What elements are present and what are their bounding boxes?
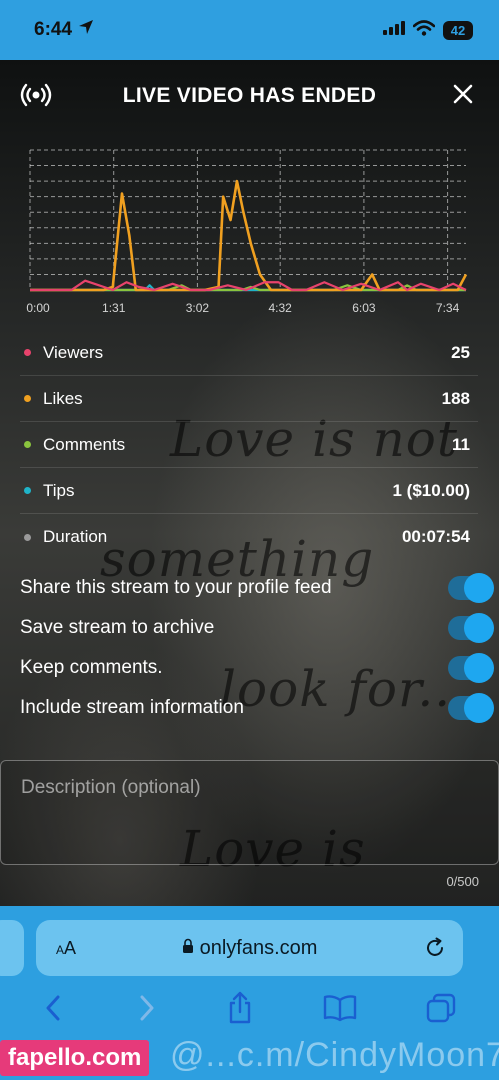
- watermark: @...c.m/CindyMoon7 fapello.com: [0, 1036, 499, 1080]
- stat-label: Comments: [43, 434, 126, 454]
- header: LIVE VIDEO HAS ENDED: [0, 72, 499, 120]
- forward-icon[interactable]: [134, 993, 158, 1023]
- stat-row-duration: Duration 00:07:54: [20, 514, 478, 560]
- legend-dot: [24, 349, 31, 356]
- stat-value: 25: [451, 342, 470, 362]
- x-tick-label: 1:31: [102, 301, 126, 315]
- character-counter: 0/500: [446, 874, 479, 889]
- url-text: onlyfans.com: [199, 936, 318, 959]
- toggle-label: Include stream information: [20, 697, 244, 718]
- activity-chart: 0:00 1:31 3:02 4:32 6:03 7:34: [26, 149, 468, 315]
- watermark-site: fapello.com: [0, 1040, 150, 1076]
- x-tick-label: 4:32: [269, 301, 293, 315]
- url-display[interactable]: onlyfans.com: [182, 936, 318, 960]
- stat-value: 1 ($10.00): [392, 480, 471, 500]
- stat-row-tips: Tips 1 ($10.00): [20, 468, 478, 514]
- legend-dot: [24, 487, 31, 494]
- stat-label: Duration: [43, 527, 108, 546]
- legend-dot: [24, 395, 31, 402]
- stat-value: 00:07:54: [401, 527, 470, 546]
- stats-list: Viewers 25 Likes 188 Comments 11 Tips 1 ($10.00…: [20, 330, 478, 560]
- x-tick-label: 3:02: [186, 301, 210, 315]
- stat-value: 11: [452, 434, 470, 454]
- toggle-knob: [464, 573, 494, 603]
- series-line-likes: [30, 179, 468, 292]
- browser-nav-toolbar: [0, 986, 499, 1030]
- stat-label: Likes: [43, 388, 83, 408]
- toggle-row: Share this stream to your profile feed: [20, 568, 494, 608]
- toggle-label: Share this stream to your profile feed: [20, 577, 332, 598]
- toggle-switch[interactable]: [448, 693, 494, 723]
- toggle-switch[interactable]: [448, 573, 494, 603]
- toggle-row: Keep comments.: [20, 648, 494, 688]
- back-icon[interactable]: [42, 993, 66, 1023]
- status-bar: 6:44 42: [0, 0, 499, 60]
- stat-label-group: Tips: [20, 481, 75, 501]
- location-arrow-icon: [78, 19, 94, 41]
- x-tick-label: 6:03: [352, 301, 376, 315]
- toggle-switch[interactable]: [448, 653, 494, 683]
- legend-dot: [24, 441, 31, 448]
- close-icon[interactable]: [449, 80, 477, 113]
- share-icon[interactable]: [226, 991, 254, 1025]
- tabs-icon[interactable]: [425, 992, 457, 1024]
- reload-icon[interactable]: [423, 936, 447, 965]
- bookmarks-icon[interactable]: [323, 994, 357, 1022]
- battery-indicator: 42: [443, 20, 473, 40]
- stat-label-group: Comments: [20, 435, 125, 455]
- toggle-row: Save stream to archive: [20, 608, 494, 648]
- toggle-label: Keep comments.: [20, 657, 163, 678]
- toggle-row: Include stream information: [20, 688, 494, 728]
- wifi-icon: [412, 19, 436, 41]
- stat-label-group: Viewers: [20, 343, 103, 363]
- description-field[interactable]: Description (optional): [0, 760, 499, 865]
- stat-row-likes: Likes 188: [20, 376, 478, 422]
- settings-toggles: Share this stream to your profile feed Sa…: [20, 568, 494, 728]
- toggle-label: Save stream to archive: [20, 617, 215, 638]
- stat-label: Tips: [43, 480, 75, 500]
- toggle-knob: [464, 613, 494, 643]
- stat-label-group: Likes: [20, 389, 83, 409]
- toggle-switch[interactable]: [448, 613, 494, 643]
- stat-row-viewers: Viewers 25: [20, 330, 478, 376]
- x-tick-label: 7:34: [436, 301, 460, 315]
- stat-row-comments: Comments 11: [20, 422, 478, 468]
- watermark-handle: @...c.m/CindyMoon7: [170, 1036, 499, 1074]
- stat-label: Viewers: [43, 342, 104, 362]
- status-time: 6:44: [34, 19, 73, 40]
- stat-label-group: Duration: [20, 527, 107, 547]
- toggle-knob: [464, 653, 494, 683]
- page-title: LIVE VIDEO HAS ENDED: [122, 84, 377, 107]
- lock-icon: [182, 937, 194, 960]
- status-indicators: 42: [383, 19, 473, 41]
- stat-value: 188: [441, 388, 470, 408]
- text-size-button[interactable]: AAAA: [56, 938, 76, 959]
- legend-dot: [24, 533, 31, 541]
- status-time-group: 6:44: [34, 19, 94, 41]
- description-placeholder: Description (optional): [21, 777, 201, 798]
- address-bar[interactable]: AAAA onlyfans.com: [36, 920, 463, 976]
- broadcast-icon: [20, 82, 52, 113]
- signal-icon: [383, 20, 405, 40]
- toggle-knob: [464, 693, 494, 723]
- x-tick-label: 0:00: [26, 301, 50, 315]
- previous-tab-preview[interactable]: [0, 920, 24, 976]
